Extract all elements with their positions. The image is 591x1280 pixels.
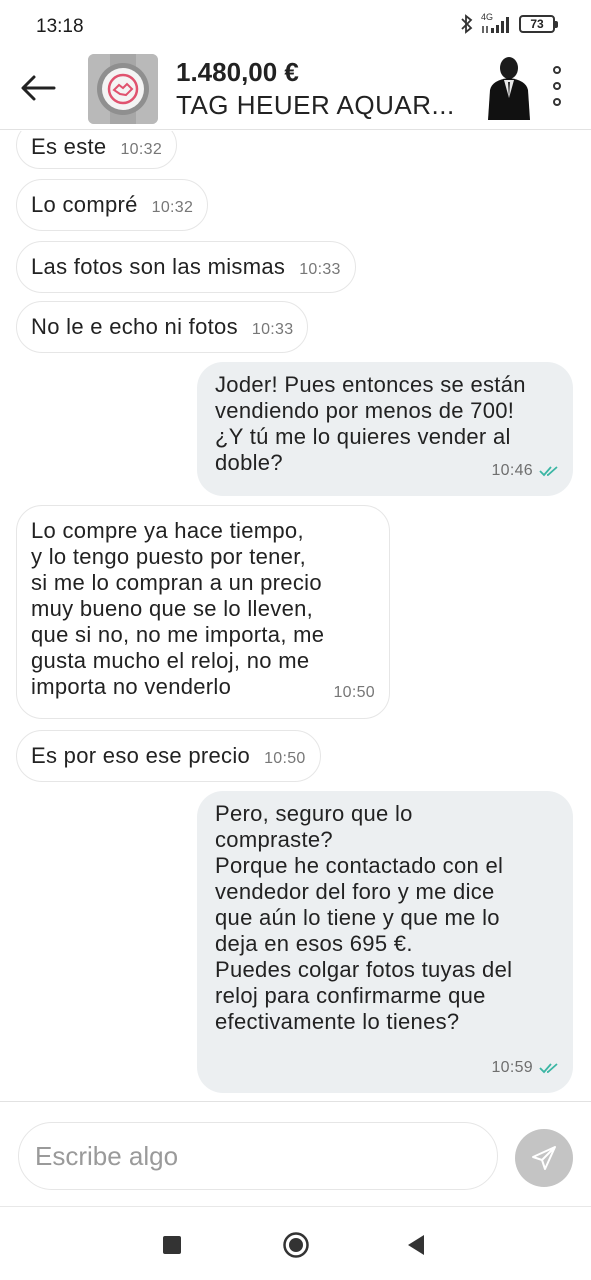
product-title: TAG HEUER AQUAR... <box>176 90 455 120</box>
message-meta: 10:46 <box>491 458 559 484</box>
system-nav-bar <box>0 1206 591 1280</box>
header-info[interactable]: 1.480,00 € TAG HEUER AQUAR... <box>176 56 476 122</box>
seller-avatar[interactable] <box>484 54 534 120</box>
double-check-icon <box>539 466 558 477</box>
message-time: 10:33 <box>251 321 294 338</box>
message-text: Lo compré <box>31 192 138 217</box>
message-incoming: Las fotos son las mismas 10:33 <box>16 241 356 293</box>
message-line: Porque he contactado con el <box>215 853 504 878</box>
message-incoming: Es este 10:32 <box>16 131 178 169</box>
message-incoming: Lo compre ya hace tiempo, y lo tengo pue… <box>16 505 390 719</box>
back-button[interactable] <box>18 70 66 106</box>
back-triangle-icon[interactable] <box>406 1234 426 1261</box>
message-line: efectivamente lo tienes? <box>215 1009 460 1034</box>
message-line: gusta mucho el reloj, no me <box>31 648 310 673</box>
message-line: Lo compre ya hace tiempo, <box>31 518 304 543</box>
recents-square-icon[interactable] <box>163 1236 181 1254</box>
message-time: 10:33 <box>299 261 341 278</box>
status-time: 13:18 <box>36 16 84 37</box>
message-time: 10:59 <box>491 1059 533 1076</box>
bluetooth-icon <box>461 14 473 34</box>
message-line: vendiendo por menos de 700! <box>215 398 515 423</box>
product-thumbnail[interactable] <box>88 54 158 124</box>
message-time: 10:50 <box>264 750 306 767</box>
message-text: Las fotos son las mismas <box>31 254 286 279</box>
message-line: que aún lo tiene y que me lo <box>215 905 500 930</box>
message-line: deja en esos 695 €. <box>215 931 413 956</box>
send-button[interactable] <box>515 1129 573 1187</box>
composer <box>0 1101 591 1205</box>
message-line: compraste? <box>215 827 333 852</box>
battery-icon: 73 <box>519 15 558 33</box>
message-text: Es por eso ese precio <box>31 743 251 768</box>
message-line: importa no venderlo <box>31 674 232 699</box>
message-list[interactable]: Es este 10:32 Lo compré 10:32 Las fotos so… <box>0 131 591 1101</box>
message-line: Puedes colgar fotos tuyas del <box>215 957 513 982</box>
watch-image <box>88 54 158 124</box>
signal-icon: 4G <box>481 12 511 34</box>
message-line: que si no, no me importa, me <box>31 622 325 647</box>
status-icons: 4G 73 <box>461 12 558 34</box>
message-incoming: Lo compré 10:32 <box>16 179 209 231</box>
message-text: Es este <box>31 134 107 159</box>
message-line: reloj para confirmarme que <box>215 983 486 1008</box>
more-vertical-icon[interactable] <box>546 66 568 106</box>
message-time: 10:32 <box>151 199 194 216</box>
message-line: si me lo compran a un precio <box>31 570 322 595</box>
message-line: Pero, seguro que lo <box>215 801 413 826</box>
message-line: y lo tengo puesto por tener, <box>31 544 307 569</box>
message-time: 10:50 <box>333 684 375 701</box>
message-time: 10:32 <box>120 141 163 158</box>
arrow-left-icon <box>21 75 56 101</box>
send-icon <box>532 1146 556 1170</box>
message-outgoing: Joder! Pues entonces se están vendiendo … <box>197 362 573 496</box>
chat-header: 1.480,00 € TAG HEUER AQUAR... <box>0 54 591 130</box>
message-incoming: Es por eso ese precio 10:50 <box>16 730 321 782</box>
message-line: vendedor del foro y me dice <box>215 879 495 904</box>
message-input[interactable] <box>18 1122 498 1190</box>
double-check-icon <box>539 1063 558 1074</box>
message-outgoing: Pero, seguro que lo compraste? Porque he… <box>197 791 573 1093</box>
battery-level: 73 <box>530 17 544 31</box>
message-line: muy bueno que se lo lleven, <box>31 596 314 621</box>
message-text: No le e echo ni fotos <box>31 314 238 339</box>
message-line: Joder! Pues entonces se están <box>215 372 526 397</box>
home-circle-icon[interactable] <box>282 1231 310 1264</box>
message-meta: 10:59 <box>491 1055 559 1081</box>
message-time: 10:46 <box>491 462 533 479</box>
message-incoming: No le e echo ni fotos 10:33 <box>16 301 309 353</box>
status-bar: 13:18 4G 73 <box>0 0 591 54</box>
message-line: ¿Y tú me lo quieres vender al <box>215 424 511 449</box>
product-price: 1.480,00 € <box>176 57 299 87</box>
